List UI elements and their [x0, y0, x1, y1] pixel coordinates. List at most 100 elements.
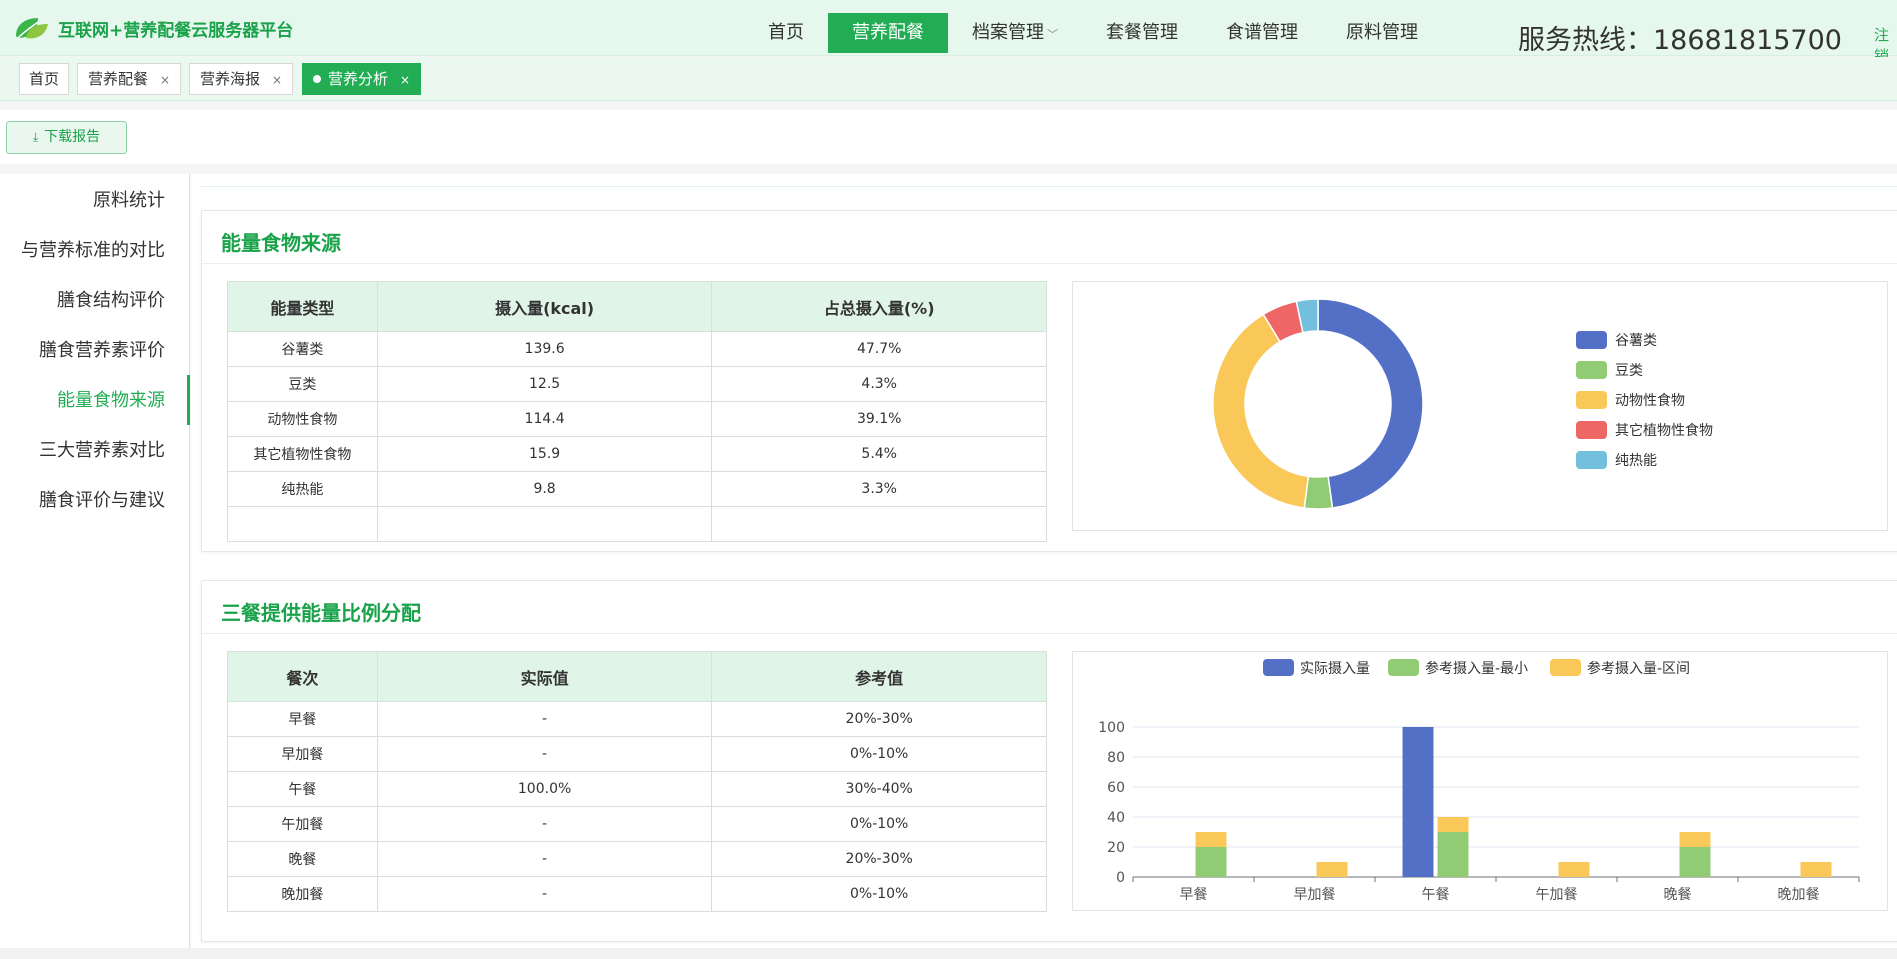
- table-cell: 豆类: [227, 366, 378, 402]
- legend-swatch[interactable]: [1576, 451, 1607, 469]
- bar-ref-min[interactable]: [1195, 847, 1227, 877]
- close-icon[interactable]: ×: [400, 73, 410, 87]
- table-cell: [376, 506, 713, 542]
- nav-label: 食谱管理: [1226, 22, 1298, 43]
- table-cell: [711, 506, 1047, 542]
- table-header-row: 能量类型 摄入量(kcal) 占总摄入量(%): [227, 281, 1047, 332]
- nav-home[interactable]: 首页: [744, 13, 828, 53]
- table-cell: 谷薯类: [227, 331, 378, 367]
- nav-label: 营养配餐: [852, 22, 924, 43]
- close-icon[interactable]: ×: [272, 73, 282, 87]
- section-title: 能量食物来源: [221, 231, 341, 255]
- table-header-row: 餐次 实际值 参考值: [227, 651, 1047, 702]
- table-cell: 15.9: [376, 436, 713, 472]
- sidebar-item-nutrient-eval[interactable]: 膳食营养素评价: [39, 336, 165, 362]
- table-cell: 午加餐: [227, 806, 378, 842]
- legend-label[interactable]: 其它植物性食物: [1615, 422, 1713, 439]
- y-tick-label: 80: [1107, 750, 1125, 766]
- legend-swatch[interactable]: [1576, 331, 1607, 349]
- tab-label: 营养海报: [200, 70, 261, 88]
- legend-label[interactable]: 动物性食物: [1615, 392, 1685, 409]
- bar-ref-range[interactable]: [1679, 832, 1711, 847]
- table-cell: 0%-10%: [711, 736, 1047, 772]
- table-cell: 早餐: [227, 701, 378, 737]
- sidebar-item-standard-compare[interactable]: 与营养标准的对比: [21, 236, 165, 262]
- legend-swatch[interactable]: [1576, 361, 1607, 379]
- bar-ref-range[interactable]: [1800, 862, 1832, 877]
- table-row: 午餐 100.0% 30%-40%: [227, 771, 1047, 807]
- table-cell: 47.7%: [711, 331, 1047, 367]
- table-cell: -: [376, 806, 713, 842]
- table-cell: 纯热能: [227, 471, 378, 507]
- sidebar: 原料统计 与营养标准的对比 膳食结构评价 膳食营养素评价 能量食物来源 三大营养…: [0, 174, 190, 959]
- bar-ref-min[interactable]: [1437, 832, 1469, 877]
- pie-slice[interactable]: [1317, 298, 1424, 509]
- tab-label: 营养分析: [328, 70, 389, 88]
- legend-label[interactable]: 参考摄入量-区间: [1587, 660, 1690, 677]
- chevron-down-icon: ﹀: [1047, 28, 1058, 41]
- tab-nutrition-analysis[interactable]: 营养分析 ×: [302, 63, 422, 95]
- sidebar-item-diet-advice[interactable]: 膳食评价与建议: [39, 486, 165, 512]
- legend-swatch[interactable]: [1576, 421, 1607, 439]
- table-cell: 139.6: [376, 331, 713, 367]
- sidebar-item-energy-source[interactable]: 能量食物来源: [57, 386, 165, 412]
- nav-archive[interactable]: 档案管理 ﹀: [948, 13, 1082, 53]
- divider: [201, 186, 1897, 187]
- table-cell: 其它植物性食物: [227, 436, 378, 472]
- bar-actual[interactable]: [1402, 727, 1434, 877]
- table-row: 早加餐 -0%-10%: [227, 736, 1047, 772]
- tab-nutrition-poster[interactable]: 营养海报 ×: [189, 63, 294, 95]
- table-cell: -: [376, 876, 713, 912]
- pie-slice[interactable]: [1212, 313, 1310, 509]
- table-row: 午加餐 -0%-10%: [227, 806, 1047, 842]
- energy-pie-chart-box: 谷薯类豆类动物性食物其它植物性食物 纯热能: [1072, 281, 1888, 531]
- legend-swatch[interactable]: [1550, 659, 1581, 676]
- bar-ref-range[interactable]: [1195, 832, 1227, 847]
- legend-swatch[interactable]: [1388, 659, 1419, 676]
- sidebar-item-structure-eval[interactable]: 膳食结构评价: [57, 286, 165, 312]
- sidebar-item-macro-compare[interactable]: 三大营养素对比: [39, 436, 165, 462]
- table-cell: 4.3%: [711, 366, 1047, 402]
- nav-set-meal[interactable]: 套餐管理: [1082, 13, 1202, 53]
- close-icon[interactable]: ×: [160, 73, 170, 87]
- sidebar-item-ingredient-stats[interactable]: 原料统计: [93, 186, 165, 212]
- bar-ref-min[interactable]: [1679, 847, 1711, 877]
- table-row: 早餐 -20%-30%: [227, 701, 1047, 737]
- tab-label: 营养配餐: [88, 70, 149, 88]
- nav-recipe[interactable]: 食谱管理: [1202, 13, 1322, 53]
- tab-home[interactable]: 首页: [19, 63, 69, 95]
- table-cell: 晚餐: [227, 841, 378, 877]
- hotline: 服务热线：18681815700: [1518, 25, 1842, 56]
- legend-label[interactable]: 谷薯类: [1615, 333, 1657, 349]
- legend-swatch[interactable]: [1576, 391, 1607, 409]
- leaf-logo-icon: [16, 18, 48, 39]
- table-cell: -: [376, 736, 713, 772]
- nav-nutrition-catering[interactable]: 营养配餐: [828, 13, 948, 53]
- table-cell: 12.5: [376, 366, 713, 402]
- column-header: 参考值: [711, 651, 1047, 702]
- bar-ref-range[interactable]: [1558, 862, 1590, 877]
- y-tick-label: 40: [1107, 810, 1125, 826]
- sidebar-active-indicator: [187, 375, 190, 425]
- download-report-button[interactable]: ⤓ 下载报告: [6, 121, 127, 154]
- y-tick-label: 20: [1107, 840, 1125, 856]
- legend-label[interactable]: 实际摄入量: [1300, 661, 1370, 677]
- table-cell: -: [376, 701, 713, 737]
- y-tick-label: 0: [1116, 870, 1125, 886]
- bar-ref-range[interactable]: [1437, 817, 1469, 832]
- legend-label[interactable]: 参考摄入量-最小: [1425, 660, 1528, 677]
- header: 互联网+营养配餐云服务器平台 首页 营养配餐 档案管理 ﹀ 套餐管理 食谱管理 原…: [0, 0, 1897, 65]
- column-header: 摄入量(kcal): [376, 281, 713, 332]
- table-row: 谷薯类 139.6 47.7%: [227, 331, 1047, 367]
- logo[interactable]: 互联网+营养配餐云服务器平台: [12, 14, 293, 42]
- x-tick-label: 早餐: [1180, 887, 1208, 903]
- bar-ref-range[interactable]: [1316, 862, 1348, 877]
- table-cell: 20%-30%: [711, 701, 1047, 737]
- legend-label[interactable]: 豆类: [1615, 363, 1643, 379]
- nav-ingredient[interactable]: 原料管理: [1322, 13, 1442, 53]
- table-cell: 114.4: [376, 401, 713, 437]
- legend-swatch[interactable]: [1263, 659, 1294, 676]
- tab-nutrition-catering[interactable]: 营养配餐 ×: [77, 63, 182, 95]
- x-tick-label: 晚加餐: [1778, 887, 1820, 903]
- legend-label[interactable]: 纯热能: [1615, 453, 1657, 469]
